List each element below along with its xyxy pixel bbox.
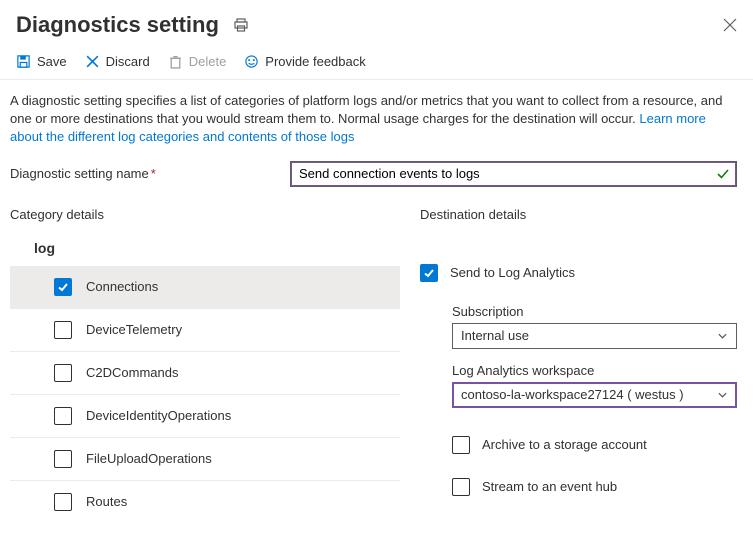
columns: Category details log Connections DeviceT…	[0, 193, 753, 523]
page-title: Diagnostics setting	[16, 12, 219, 38]
workspace-value: contoso-la-workspace27124 ( westus )	[461, 387, 684, 402]
dest-loganalytics-label: Send to Log Analytics	[450, 265, 575, 280]
workspace-label: Log Analytics workspace	[452, 363, 737, 378]
save-label: Save	[37, 54, 67, 69]
required-asterisk: *	[151, 166, 156, 181]
category-item-devicetelemetry[interactable]: DeviceTelemetry	[10, 309, 400, 352]
feedback-label: Provide feedback	[265, 54, 365, 69]
feedback-button[interactable]: Provide feedback	[244, 54, 365, 69]
category-item-fileupload[interactable]: FileUploadOperations	[10, 438, 400, 481]
checkbox-loganalytics[interactable]	[420, 264, 438, 282]
discard-label: Discard	[106, 54, 150, 69]
checkbox-devicetelemetry[interactable]	[54, 321, 72, 339]
description-text: A diagnostic setting specifies a list of…	[10, 93, 722, 126]
check-icon	[717, 168, 729, 180]
chevron-down-icon	[717, 389, 728, 400]
category-item-connections[interactable]: Connections	[10, 266, 400, 309]
delete-label: Delete	[189, 54, 227, 69]
checkbox-routes[interactable]	[54, 493, 72, 511]
save-icon	[16, 54, 31, 69]
category-label: C2DCommands	[86, 365, 178, 380]
checkbox-connections[interactable]	[54, 278, 72, 296]
description: A diagnostic setting specifies a list of…	[0, 80, 753, 147]
subscription-value: Internal use	[461, 328, 529, 343]
subscription-label: Subscription	[452, 304, 737, 319]
category-label: Routes	[86, 494, 127, 509]
workspace-select[interactable]: contoso-la-workspace27124 ( westus )	[452, 382, 737, 408]
destination-header: Destination details	[420, 199, 737, 234]
category-label: FileUploadOperations	[86, 451, 212, 466]
name-input[interactable]	[290, 161, 737, 187]
dest-eventhub-label: Stream to an event hub	[482, 479, 617, 494]
category-item-c2dcommands[interactable]: C2DCommands	[10, 352, 400, 395]
checkbox-eventhub[interactable]	[452, 478, 470, 496]
category-label: Connections	[86, 279, 158, 294]
checkbox-storage[interactable]	[452, 436, 470, 454]
header: Diagnostics setting	[0, 0, 753, 46]
category-column: Category details log Connections DeviceT…	[10, 199, 400, 523]
toolbar: Save Discard Delete Provide feedback	[0, 46, 753, 80]
checkbox-c2dcommands[interactable]	[54, 364, 72, 382]
checkbox-deviceidentity[interactable]	[54, 407, 72, 425]
category-header: Category details	[10, 199, 400, 234]
subscription-select[interactable]: Internal use	[452, 323, 737, 349]
checkbox-fileupload[interactable]	[54, 450, 72, 468]
category-item-deviceidentity[interactable]: DeviceIdentityOperations	[10, 395, 400, 438]
dest-storage[interactable]: Archive to a storage account	[420, 422, 737, 458]
category-item-routes[interactable]: Routes	[10, 481, 400, 523]
category-label: DeviceIdentityOperations	[86, 408, 231, 423]
name-label: Diagnostic setting name*	[10, 166, 280, 181]
feedback-icon	[244, 54, 259, 69]
close-icon[interactable]	[723, 18, 737, 32]
name-row: Diagnostic setting name*	[0, 147, 753, 193]
chevron-down-icon	[717, 330, 728, 341]
dest-loganalytics[interactable]: Send to Log Analytics	[420, 234, 737, 296]
name-label-text: Diagnostic setting name	[10, 166, 149, 181]
save-button[interactable]: Save	[16, 54, 67, 69]
category-list: Connections DeviceTelemetry C2DCommands …	[10, 266, 400, 523]
loganalytics-config: Subscription Internal use Log Analytics …	[420, 304, 737, 408]
print-icon[interactable]	[233, 17, 249, 33]
destination-column: Destination details Send to Log Analytic…	[420, 199, 737, 523]
dest-storage-label: Archive to a storage account	[482, 437, 647, 452]
dest-eventhub[interactable]: Stream to an event hub	[420, 464, 737, 500]
discard-icon	[85, 54, 100, 69]
log-group-header: log	[10, 234, 400, 266]
delete-button: Delete	[168, 54, 227, 69]
delete-icon	[168, 54, 183, 69]
category-label: DeviceTelemetry	[86, 322, 182, 337]
name-input-wrap	[290, 161, 737, 187]
discard-button[interactable]: Discard	[85, 54, 150, 69]
